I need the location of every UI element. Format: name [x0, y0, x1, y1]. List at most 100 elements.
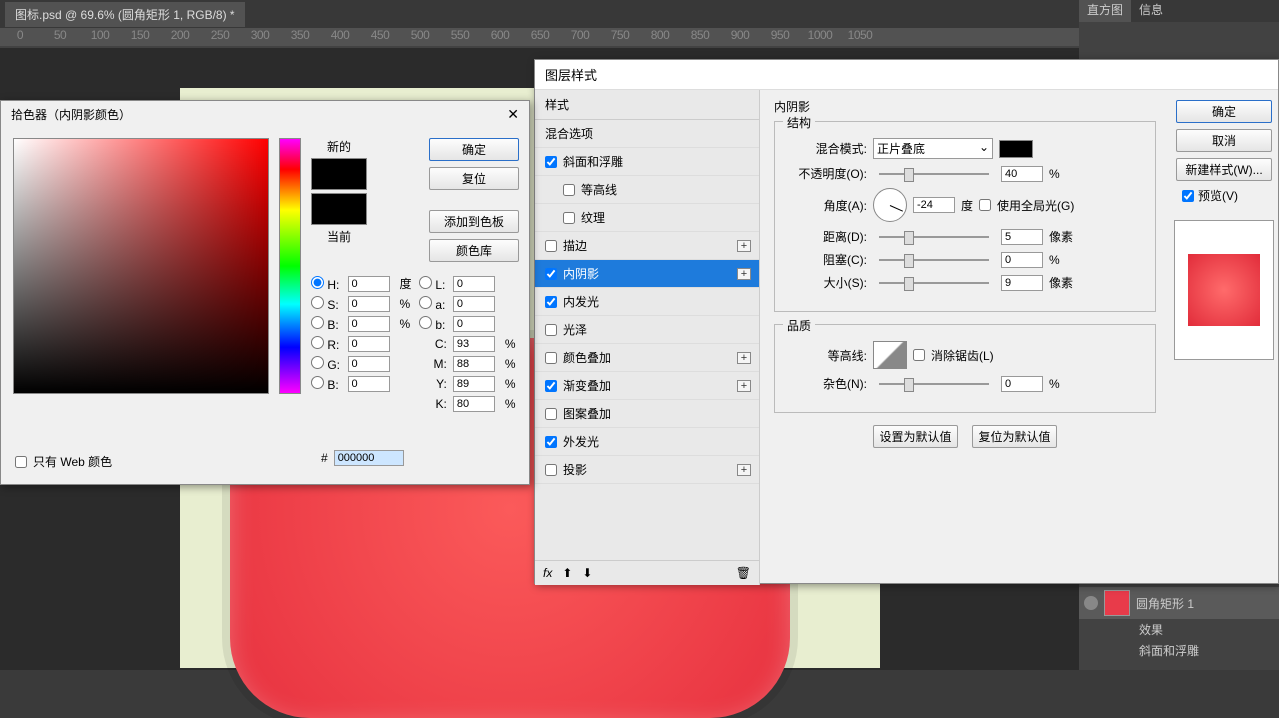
- hue-slider[interactable]: [279, 138, 301, 394]
- size-input[interactable]: [1001, 275, 1043, 291]
- new-style-button[interactable]: 新建样式(W)...: [1176, 158, 1272, 181]
- row-inner-glow[interactable]: 内发光: [535, 288, 759, 316]
- ok-button[interactable]: 确定: [1176, 100, 1272, 123]
- styles-header[interactable]: 样式: [535, 90, 759, 120]
- close-icon[interactable]: ✕: [507, 106, 519, 123]
- l-radio[interactable]: [419, 276, 432, 289]
- outer-glow-checkbox[interactable]: [545, 436, 557, 448]
- y-input[interactable]: [453, 376, 495, 392]
- row-contour[interactable]: 等高线: [535, 176, 759, 204]
- opacity-slider[interactable]: [879, 173, 989, 175]
- b-radio[interactable]: [311, 316, 324, 329]
- lab-b-input[interactable]: [453, 316, 495, 332]
- color-field[interactable]: [13, 138, 269, 394]
- h-input[interactable]: [348, 276, 390, 292]
- cancel-button[interactable]: 取消: [1176, 129, 1272, 152]
- row-color-overlay[interactable]: 颜色叠加+: [535, 344, 759, 372]
- angle-input[interactable]: [913, 197, 955, 213]
- bevel-checkbox[interactable]: [545, 156, 557, 168]
- dialog-title: 图层样式: [535, 60, 1278, 90]
- s-input[interactable]: [348, 296, 390, 312]
- anti-alias-checkbox[interactable]: [913, 349, 925, 361]
- shadow-color-swatch[interactable]: [999, 140, 1033, 158]
- tab-histogram[interactable]: 直方图: [1079, 0, 1131, 22]
- tab-info[interactable]: 信息: [1131, 0, 1171, 22]
- document-tab[interactable]: 图标.psd @ 69.6% (圆角矩形 1, RGB/8) *: [5, 2, 245, 27]
- rgb-b-radio[interactable]: [311, 376, 324, 389]
- r-radio[interactable]: [311, 336, 324, 349]
- plus-icon[interactable]: +: [737, 380, 751, 392]
- satin-checkbox[interactable]: [545, 324, 557, 336]
- reset-default-button[interactable]: 复位为默认值: [972, 425, 1057, 448]
- distance-slider[interactable]: [879, 236, 989, 238]
- size-slider[interactable]: [879, 282, 989, 284]
- arrow-down-icon[interactable]: ⬇: [582, 566, 592, 580]
- angle-dial[interactable]: [873, 188, 907, 222]
- layer-thumbnail[interactable]: [1104, 590, 1130, 616]
- row-bevel[interactable]: 斜面和浮雕: [535, 148, 759, 176]
- c-input[interactable]: [453, 336, 495, 352]
- rgb-b-input[interactable]: [348, 376, 390, 392]
- contour-picker[interactable]: [873, 341, 907, 369]
- row-gradient-overlay[interactable]: 渐变叠加+: [535, 372, 759, 400]
- cp-ok-button[interactable]: 确定: [429, 138, 519, 161]
- row-satin[interactable]: 光泽: [535, 316, 759, 344]
- plus-icon[interactable]: +: [737, 268, 751, 280]
- inner-glow-checkbox[interactable]: [545, 296, 557, 308]
- row-texture[interactable]: 纹理: [535, 204, 759, 232]
- visibility-icon[interactable]: [1084, 596, 1098, 610]
- m-input[interactable]: [453, 356, 495, 372]
- trash-icon[interactable]: 🗑: [736, 566, 751, 580]
- row-outer-glow[interactable]: 外发光: [535, 428, 759, 456]
- lab-b-radio[interactable]: [419, 316, 432, 329]
- web-colors-checkbox[interactable]: [15, 456, 27, 468]
- color-overlay-checkbox[interactable]: [545, 352, 557, 364]
- r-input[interactable]: [348, 336, 390, 352]
- color-libraries-button[interactable]: 颜色库: [429, 239, 519, 262]
- layer-fx-effects[interactable]: 效果: [1079, 619, 1279, 640]
- make-default-button[interactable]: 设置为默认值: [873, 425, 958, 448]
- choke-input[interactable]: [1001, 252, 1043, 268]
- row-stroke[interactable]: 描边+: [535, 232, 759, 260]
- distance-input[interactable]: [1001, 229, 1043, 245]
- h-radio[interactable]: [311, 276, 324, 289]
- fx-icon[interactable]: fx: [543, 566, 552, 580]
- drop-shadow-checkbox[interactable]: [545, 464, 557, 476]
- arrow-up-icon[interactable]: ⬆: [562, 566, 572, 580]
- row-pattern-overlay[interactable]: 图案叠加: [535, 400, 759, 428]
- g-radio[interactable]: [311, 356, 324, 369]
- layer-fx-bevel[interactable]: 斜面和浮雕: [1079, 640, 1279, 661]
- texture-checkbox[interactable]: [563, 212, 575, 224]
- row-drop-shadow[interactable]: 投影+: [535, 456, 759, 484]
- row-blend-options[interactable]: 混合选项: [535, 120, 759, 148]
- plus-icon[interactable]: +: [737, 240, 751, 252]
- a-input[interactable]: [453, 296, 495, 312]
- cp-reset-button[interactable]: 复位: [429, 167, 519, 190]
- blend-mode-select[interactable]: 正片叠底⌄: [873, 138, 993, 159]
- g-input[interactable]: [348, 356, 390, 372]
- pattern-overlay-checkbox[interactable]: [545, 408, 557, 420]
- a-radio[interactable]: [419, 296, 432, 309]
- add-swatch-button[interactable]: 添加到色板: [429, 210, 519, 233]
- current-color-swatch[interactable]: [311, 193, 367, 225]
- k-input[interactable]: [453, 396, 495, 412]
- global-light-checkbox[interactable]: [979, 199, 991, 211]
- stroke-checkbox[interactable]: [545, 240, 557, 252]
- gradient-overlay-checkbox[interactable]: [545, 380, 557, 392]
- noise-input[interactable]: [1001, 376, 1043, 392]
- plus-icon[interactable]: +: [737, 464, 751, 476]
- b-input[interactable]: [348, 316, 390, 332]
- noise-slider[interactable]: [879, 383, 989, 385]
- s-radio[interactable]: [311, 296, 324, 309]
- inner-shadow-checkbox[interactable]: [545, 268, 557, 280]
- layer-row-selected[interactable]: 圆角矩形 1: [1079, 587, 1279, 619]
- l-input[interactable]: [453, 276, 495, 292]
- choke-slider[interactable]: [879, 259, 989, 261]
- new-color-swatch[interactable]: [311, 158, 367, 190]
- preview-checkbox[interactable]: [1182, 190, 1194, 202]
- contour-checkbox[interactable]: [563, 184, 575, 196]
- row-inner-shadow[interactable]: 内阴影+: [535, 260, 759, 288]
- plus-icon[interactable]: +: [737, 352, 751, 364]
- opacity-input[interactable]: [1001, 166, 1043, 182]
- hex-input[interactable]: [334, 450, 404, 466]
